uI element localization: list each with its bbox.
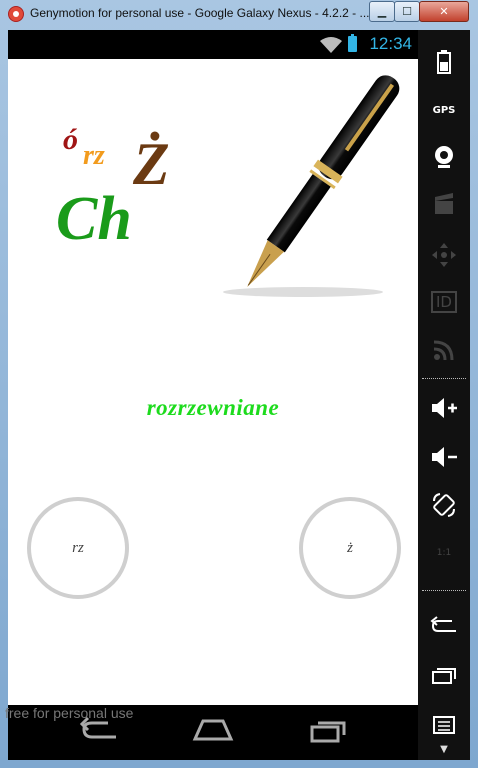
battery-icon: [348, 34, 357, 52]
app-logo: ó rz Ż Ch: [56, 123, 170, 249]
maximize-button[interactable]: ☐: [394, 1, 420, 22]
gps-icon[interactable]: GPS: [418, 90, 470, 130]
logo-letter-rz: rz: [83, 140, 105, 171]
watermark: free for personal use: [5, 705, 134, 721]
home-icon[interactable]: [191, 715, 235, 745]
window-title: Genymotion for personal use - Google Gal…: [30, 6, 370, 20]
video-icon[interactable]: [418, 185, 470, 225]
close-button[interactable]: ✕: [419, 1, 469, 22]
toolbar-separator: [422, 378, 466, 380]
back-icon[interactable]: [418, 605, 470, 645]
title-bar: Genymotion for personal use - Google Gal…: [0, 0, 478, 27]
answer-label-rz: rz: [72, 539, 84, 556]
webcam-icon[interactable]: [418, 137, 470, 177]
logo-letter-ch: Ch: [56, 185, 132, 249]
toolbar-separator: [422, 590, 466, 592]
emulator-window: Genymotion for personal use - Google Gal…: [0, 0, 478, 768]
volume-up-icon[interactable]: [418, 388, 470, 428]
logo-letter-o: ó: [63, 123, 78, 156]
recents-icon[interactable]: [306, 715, 350, 745]
device-screen: 12:34 ó rz Ż Ch rozrzewniane rz ż: [8, 30, 418, 760]
rotate-icon[interactable]: [418, 485, 470, 525]
answer-label-z: ż: [347, 539, 353, 556]
dpad-icon[interactable]: [418, 235, 470, 275]
gps-label: GPS: [432, 104, 456, 116]
wifi-icon: [320, 37, 342, 53]
scale-label: 1:1: [436, 548, 452, 558]
battery-icon[interactable]: [418, 42, 470, 82]
menu-icon[interactable]: [418, 705, 470, 745]
clock: 12:34: [369, 34, 412, 53]
emulator-toolbar: GPS ID 1:1 ▼: [418, 30, 470, 760]
answer-button-z[interactable]: ż: [299, 497, 401, 599]
id-label: ID: [431, 291, 457, 313]
target-word: rozrzewniane: [146, 395, 280, 420]
rss-icon[interactable]: [418, 330, 470, 370]
app-screen: ó rz Ż Ch rozrzewniane rz ż: [8, 59, 418, 705]
answer-button-rz[interactable]: rz: [27, 497, 129, 599]
volume-down-icon[interactable]: [418, 437, 470, 477]
recents-icon[interactable]: [418, 655, 470, 695]
minimize-button[interactable]: ▁: [369, 1, 395, 22]
fountain-pen-image: [223, 75, 400, 297]
scale-icon[interactable]: 1:1: [418, 533, 470, 573]
logo-letter-z: Ż: [132, 131, 170, 197]
id-icon[interactable]: ID: [418, 282, 470, 322]
status-bar: 12:34: [8, 30, 418, 59]
scroll-down-icon[interactable]: ▼: [418, 744, 470, 755]
app-icon: [8, 6, 24, 22]
